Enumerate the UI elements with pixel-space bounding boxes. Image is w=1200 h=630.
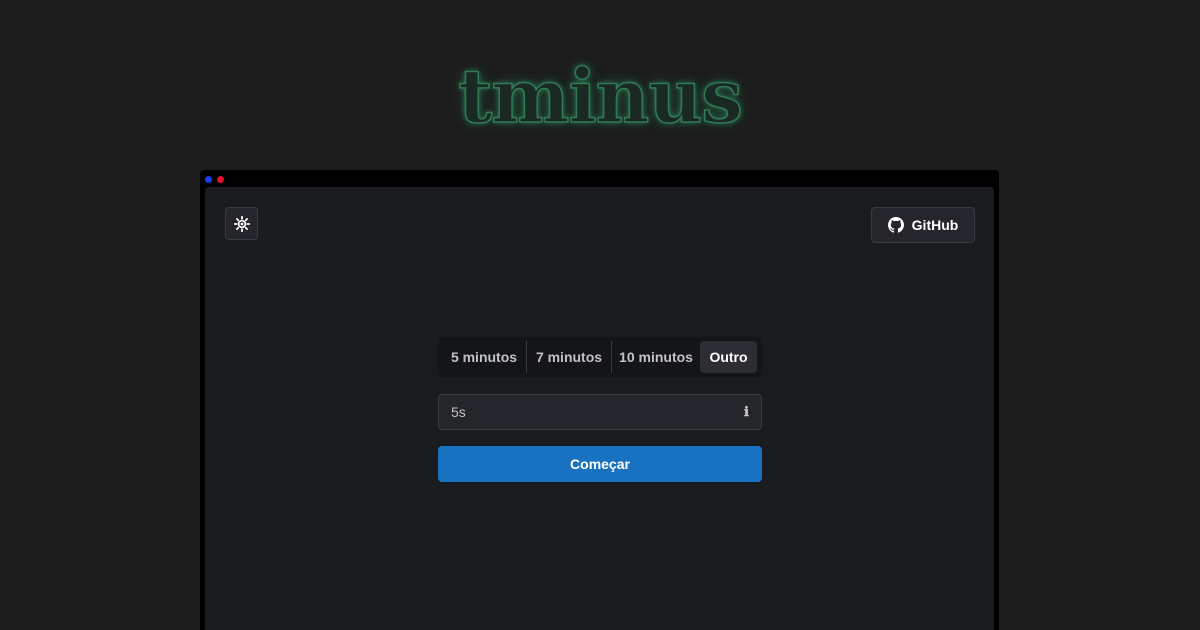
- timer-form: 5 minutos 7 minutos 10 minutos Outro ℹ C…: [438, 337, 762, 482]
- custom-duration-input[interactable]: [451, 404, 745, 420]
- duration-selector: 5 minutos 7 minutos 10 minutos Outro: [438, 337, 762, 377]
- window-dot-blue[interactable]: [205, 176, 212, 183]
- theme-toggle-button[interactable]: [225, 207, 258, 240]
- logo: tminus: [457, 53, 743, 141]
- info-icon[interactable]: ℹ: [744, 406, 749, 419]
- sun-icon: [233, 215, 250, 232]
- duration-option-other[interactable]: Outro: [700, 341, 757, 373]
- duration-option-7[interactable]: 7 minutos: [527, 341, 611, 373]
- duration-option-10[interactable]: 10 minutos: [612, 341, 700, 373]
- custom-duration-field[interactable]: ℹ: [438, 394, 762, 430]
- app-viewport: GitHub 5 minutos 7 minutos 10 minutos Ou…: [205, 187, 994, 630]
- github-button[interactable]: GitHub: [871, 207, 975, 243]
- window-controls: [205, 176, 224, 183]
- github-label: GitHub: [911, 217, 959, 233]
- github-icon: [887, 217, 904, 233]
- start-button[interactable]: Começar: [438, 446, 762, 482]
- page: tminus GitHub 5 minutos 7 minutos 10 min…: [0, 0, 1200, 630]
- browser-window: GitHub 5 minutos 7 minutos 10 minutos Ou…: [200, 170, 999, 630]
- window-dot-red[interactable]: [217, 176, 224, 183]
- duration-option-5[interactable]: 5 minutos: [442, 341, 526, 373]
